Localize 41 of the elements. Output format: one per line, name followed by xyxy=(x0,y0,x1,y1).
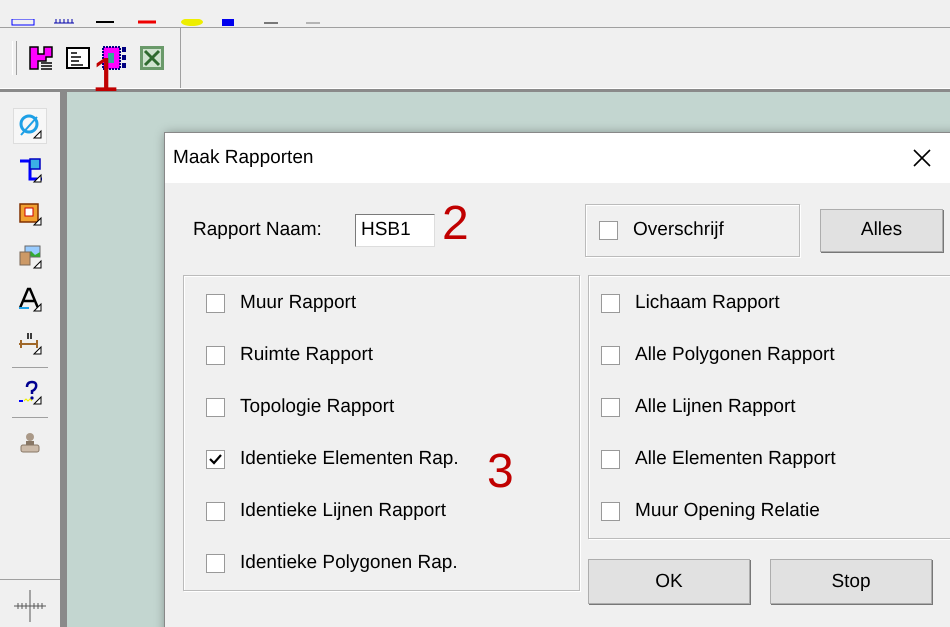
dialog-title: Maak Rapporten xyxy=(173,147,314,169)
checkbox[interactable] xyxy=(206,450,225,468)
circle-tool-icon[interactable] xyxy=(17,113,43,139)
crosshair-icon[interactable] xyxy=(12,588,48,622)
checkbox[interactable] xyxy=(206,398,225,416)
checkbox[interactable] xyxy=(599,220,618,240)
checkbox-label[interactable]: Muur Rapport xyxy=(240,292,356,314)
checkbox[interactable] xyxy=(601,502,620,520)
text-tool-icon[interactable] xyxy=(17,286,43,312)
ok-button[interactable]: OK xyxy=(588,559,750,604)
form-icon[interactable] xyxy=(65,45,91,71)
checkbox[interactable] xyxy=(601,346,620,364)
checkbox-label[interactable]: Alle Lijnen Rapport xyxy=(635,396,796,418)
checkbox-label[interactable]: Identieke Polygonen Rap. xyxy=(240,552,458,574)
checkbox-label[interactable]: Topologie Rapport xyxy=(240,396,394,418)
floor-plan-icon[interactable] xyxy=(28,45,54,71)
help-tool-icon[interactable] xyxy=(17,379,43,405)
spreadsheet-icon[interactable] xyxy=(139,45,165,71)
checkbox-label[interactable]: Alle Elementen Rapport xyxy=(635,448,836,470)
close-icon[interactable] xyxy=(912,148,932,168)
checkbox-label[interactable]: Alle Polygonen Rapport xyxy=(635,344,835,366)
checkbox[interactable] xyxy=(601,294,620,312)
checkbox[interactable] xyxy=(206,294,225,312)
checkbox-label[interactable]: Muur Opening Relatie xyxy=(635,500,820,522)
checkbox[interactable] xyxy=(601,450,620,468)
checkbox-label[interactable]: Overschrijf xyxy=(633,219,724,241)
step-number: 3 xyxy=(487,448,514,496)
checkbox-label[interactable]: Identieke Elementen Rap. xyxy=(240,448,459,470)
field-label: Rapport Naam: xyxy=(193,219,323,241)
checkbox-label[interactable]: Lichaam Rapport xyxy=(635,292,780,314)
picture-tool-icon[interactable] xyxy=(17,243,43,269)
checkbox[interactable] xyxy=(206,554,225,572)
checkbox-label[interactable]: Identieke Lijnen Rapport xyxy=(240,500,446,522)
stop-button[interactable]: Stop xyxy=(770,559,932,604)
checkbox-label[interactable]: Ruimte Rapport xyxy=(240,344,374,366)
all-button[interactable]: Alles xyxy=(820,208,943,252)
step-number: 2 xyxy=(442,200,469,248)
checkbox[interactable] xyxy=(601,398,620,416)
report-name-field[interactable]: HSB1 xyxy=(355,214,435,246)
checkbox[interactable] xyxy=(206,346,225,364)
checkbox[interactable] xyxy=(206,502,225,520)
